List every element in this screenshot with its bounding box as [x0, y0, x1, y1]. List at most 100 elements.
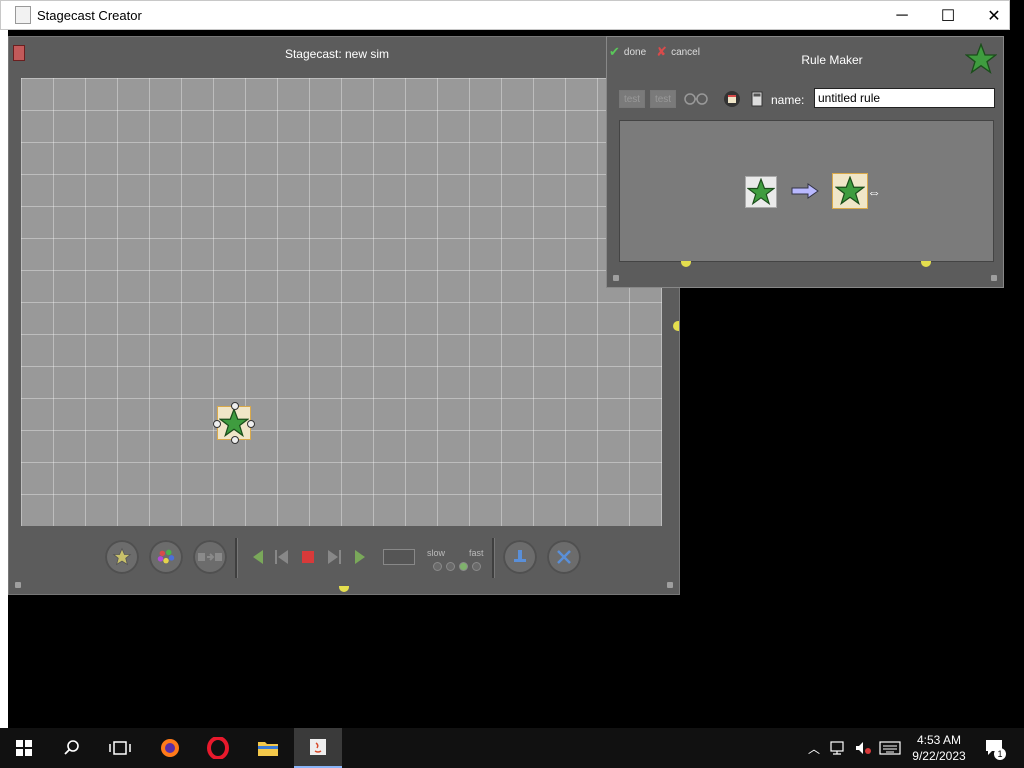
test-button[interactable]: test — [619, 90, 645, 108]
folder-icon — [258, 742, 278, 756]
canvas-knob-right[interactable] — [921, 261, 931, 267]
move-cursor-icon: ⇔ — [867, 184, 881, 200]
run-button[interactable] — [349, 546, 371, 568]
java-taskbar-button[interactable] — [294, 728, 342, 768]
resize-handle-left[interactable] — [213, 420, 221, 428]
paint-button[interactable] — [149, 540, 183, 574]
before-tile[interactable] — [745, 176, 777, 208]
stop-button[interactable] — [297, 546, 319, 568]
maximize-button[interactable]: ☐ — [925, 1, 971, 31]
star-icon — [964, 42, 998, 75]
close-button[interactable]: ✕ — [971, 1, 1017, 31]
right-knob[interactable] — [673, 321, 679, 331]
resize-handle-right[interactable] — [247, 420, 255, 428]
rule-button[interactable] — [193, 540, 227, 574]
stage-control-bar: slow fast — [9, 532, 679, 582]
spotlight-button[interactable] — [681, 88, 713, 110]
cancel-label: cancel — [671, 46, 700, 58]
rule-arrow-icon — [790, 181, 820, 206]
rule-maker-window: ✔ done ✘ cancel Rule Maker test test nam… — [606, 36, 1004, 288]
start-button[interactable] — [0, 728, 48, 768]
rewind-button[interactable] — [271, 546, 293, 568]
control-divider — [492, 538, 495, 578]
appearance-button[interactable] — [721, 88, 743, 110]
resize-handle-top[interactable] — [231, 402, 239, 410]
step-forward-button[interactable] — [323, 546, 345, 568]
app-client-edge — [0, 30, 8, 728]
network-icon-svg — [830, 741, 844, 755]
opera-icon — [207, 737, 229, 759]
rewind-icon — [275, 550, 288, 564]
volume-muted-icon[interactable] — [852, 728, 874, 768]
bottom-knob[interactable] — [339, 586, 349, 592]
app-title-bar: Stagecast Creator ─ ☐ ✕ — [0, 0, 1010, 30]
star-icon — [747, 178, 775, 206]
play-icon — [355, 550, 365, 564]
rule-actions: ✔ done ✘ cancel — [609, 44, 700, 60]
glasses-icon — [684, 93, 708, 105]
test-button-2[interactable]: test — [650, 90, 676, 108]
opera-button[interactable] — [194, 728, 242, 768]
task-view-button[interactable] — [96, 728, 144, 768]
canvas-knob-left[interactable] — [681, 261, 691, 267]
done-label: done — [623, 46, 647, 58]
taskbar: ︿ 4:53 AM 9/22/2023 1 — [0, 728, 1024, 768]
star-icon — [835, 176, 865, 206]
calculator-button[interactable] — [749, 88, 765, 110]
control-divider — [235, 538, 238, 578]
stage-title: Stagecast: new sim — [284, 47, 390, 61]
stage-window: Stagecast: new sim slow fast — [8, 36, 680, 595]
keyboard-icon-svg — [879, 741, 901, 755]
firefox-button[interactable] — [146, 728, 194, 768]
rule-canvas[interactable]: ⇔ — [619, 120, 994, 262]
vacuum-icon — [557, 550, 571, 564]
stamp-button[interactable] — [503, 540, 537, 574]
notifications-button[interactable]: 1 — [980, 728, 1010, 768]
calculator-icon — [751, 91, 763, 107]
show-hidden-icons[interactable]: ︿ — [804, 728, 824, 768]
rule-maker-title: Rule Maker — [801, 53, 863, 67]
speed-slow-label: slow — [427, 548, 446, 558]
vacuum-button[interactable] — [547, 540, 581, 574]
corner-grip-left — [613, 275, 619, 281]
minimize-button[interactable]: ─ — [879, 1, 925, 31]
stamp-icon — [514, 550, 526, 562]
resize-handle-bottom[interactable] — [231, 436, 239, 444]
speed-dot-1[interactable] — [433, 562, 442, 571]
rule-name-input[interactable] — [814, 88, 995, 108]
cancel-button[interactable]: ✘ cancel — [656, 44, 700, 60]
corner-grip-right[interactable] — [991, 275, 997, 281]
system-clock[interactable]: 4:53 AM 9/22/2023 — [906, 732, 972, 764]
star-character[interactable] — [213, 402, 255, 444]
triangle-left-icon — [253, 550, 263, 564]
app-title: Stagecast Creator — [37, 8, 142, 23]
notification-count: 1 — [994, 748, 1006, 760]
new-character-button[interactable] — [105, 540, 139, 574]
rule-arrow-icon — [198, 553, 222, 561]
star-outline-icon — [112, 547, 132, 566]
clock-time: 4:53 AM — [916, 733, 962, 747]
done-button[interactable]: ✔ done — [609, 44, 646, 60]
speed-dot-4[interactable] — [472, 562, 481, 571]
star-icon — [219, 408, 249, 438]
name-label: name: — [771, 93, 805, 107]
task-view-icon — [109, 741, 131, 755]
rule-character-icon — [964, 42, 998, 80]
check-icon: ✔ — [609, 44, 620, 59]
corner-grip-right[interactable] — [667, 582, 673, 588]
search-button[interactable] — [48, 728, 96, 768]
network-icon[interactable] — [828, 728, 850, 768]
step-back-button[interactable] — [247, 546, 269, 568]
step-forward-icon — [328, 550, 341, 564]
keyboard-icon[interactable] — [876, 728, 904, 768]
clock-date: 9/22/2023 — [912, 749, 966, 763]
search-icon — [64, 740, 79, 755]
file-explorer-button[interactable] — [244, 728, 292, 768]
after-tile[interactable]: ⇔ — [832, 173, 881, 209]
stop-icon — [302, 551, 314, 563]
speed-dot-3[interactable] — [459, 562, 468, 571]
appearance-icon — [724, 91, 740, 107]
firefox-icon — [161, 739, 179, 757]
stage-grid[interactable] — [21, 78, 662, 526]
speed-dot-2[interactable] — [446, 562, 455, 571]
